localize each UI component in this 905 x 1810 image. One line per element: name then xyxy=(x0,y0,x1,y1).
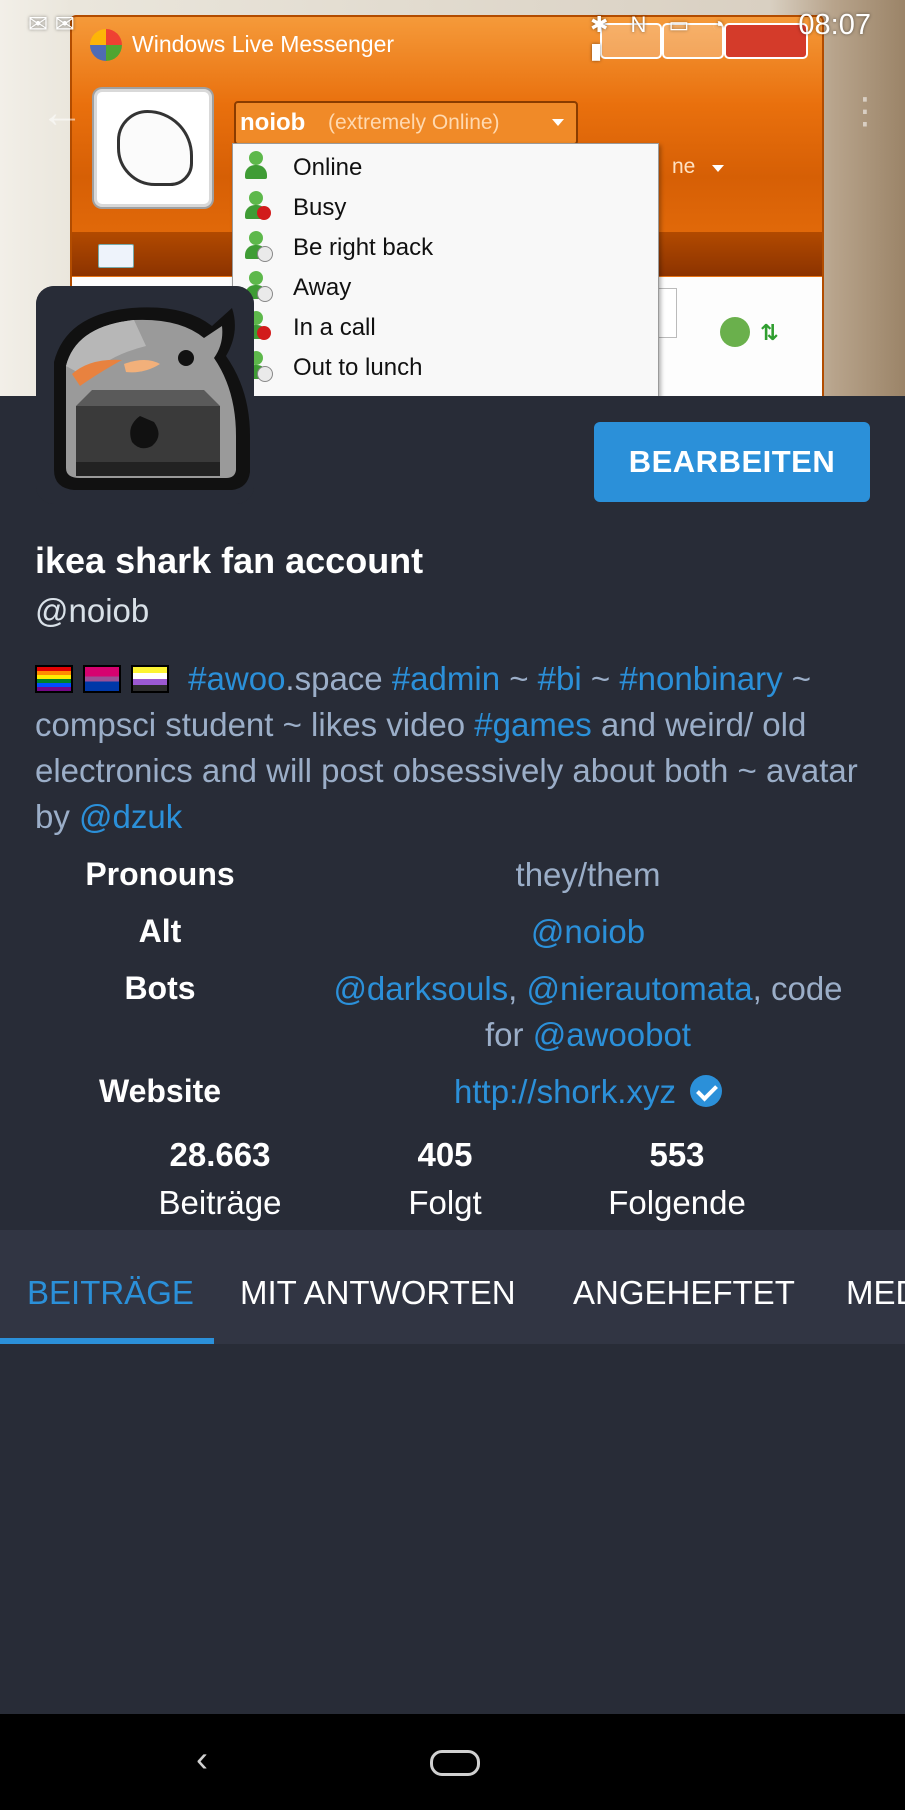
chevron-down-icon xyxy=(552,119,564,126)
nonbinary-flag-icon xyxy=(131,665,169,693)
status-menu-item: Away xyxy=(233,268,658,306)
status-menu-item: Busy xyxy=(233,188,658,226)
hashtag-link[interactable]: #awoo xyxy=(188,660,285,697)
shark-avatar-icon xyxy=(36,286,254,504)
mention-link[interactable]: @dzuk xyxy=(79,798,182,835)
following-count[interactable]: 405 xyxy=(335,1136,555,1174)
status-text: (extremely Online) xyxy=(328,111,500,134)
sort-icon: ⇅ xyxy=(760,320,779,345)
nav-home-icon[interactable] xyxy=(430,1750,480,1776)
hashtag-link[interactable]: #games xyxy=(474,706,591,743)
status-menu-item: In a call xyxy=(233,308,658,346)
status-name: noiob xyxy=(240,109,306,136)
field-value-pronouns: they/them xyxy=(515,856,661,893)
back-arrow-icon[interactable]: ← xyxy=(40,88,84,138)
alt-account-link[interactable]: @noiob xyxy=(531,913,645,950)
profile-tabs: BEITRÄGE MIT ANTWORTEN ANGEHEFTET MEDIEN xyxy=(0,1230,905,1344)
status-menu-item: Out to lunch xyxy=(233,348,658,386)
notification-icons: ✉ ✉ xyxy=(28,11,75,38)
following-label[interactable]: Folgt xyxy=(335,1184,555,1222)
mention-link[interactable]: @nierautomata xyxy=(527,970,753,1007)
edit-profile-button[interactable]: BEARBEITEN xyxy=(594,422,870,502)
posts-count[interactable]: 28.663 xyxy=(110,1136,330,1174)
verified-check-icon xyxy=(689,1075,722,1107)
field-name-pronouns: Pronouns xyxy=(85,856,235,892)
bi-flag-icon xyxy=(83,665,121,693)
tab-pinned[interactable]: ANGEHEFTET xyxy=(573,1274,795,1312)
more-options-icon[interactable]: ⋮ xyxy=(847,90,883,132)
followers-count[interactable]: 553 xyxy=(567,1136,787,1174)
avatar[interactable] xyxy=(36,286,254,504)
field-name-alt: Alt xyxy=(138,913,182,949)
field-name-website: Website xyxy=(98,1073,222,1109)
followers-label[interactable]: Folgende xyxy=(567,1184,787,1222)
field-name-bots: Bots xyxy=(124,970,196,1006)
rainbow-flag-icon xyxy=(35,665,73,693)
tab-with-replies[interactable]: MIT ANTWORTEN xyxy=(240,1274,516,1312)
field-value-bots: @darksouls, @nierautomata, code for @awo… xyxy=(333,970,843,1053)
person-online-icon xyxy=(243,151,269,181)
field-value-website: http://shork.xyz xyxy=(318,1069,858,1115)
profile-bio: #awoo.space #admin ~ #bi ~ #nonbinary ~ … xyxy=(35,660,858,835)
nav-back-icon[interactable]: ‹ xyxy=(196,1738,208,1780)
tab-posts[interactable]: BEITRÄGE xyxy=(27,1274,194,1312)
system-indicator-icons: ✱ N ▭ ◔ ▮ xyxy=(590,12,733,63)
system-status-bar: ✉ ✉ ✱ N ▭ ◔ ▮ 08:07 xyxy=(0,0,905,63)
status-time: 08:07 xyxy=(798,9,871,41)
posts-label[interactable]: Beiträge xyxy=(110,1184,330,1222)
hashtag-link[interactable]: #admin xyxy=(392,660,500,697)
system-navigation-bar: ‹ xyxy=(0,1714,905,1810)
hashtag-link[interactable]: #nonbinary xyxy=(619,660,782,697)
tab-media[interactable]: MEDIEN xyxy=(846,1274,905,1312)
hashtag-link[interactable]: #bi xyxy=(538,660,582,697)
account-handle: @noiob xyxy=(35,592,150,629)
mail-icon xyxy=(98,244,134,268)
messenger-avatar xyxy=(94,89,212,207)
mention-link[interactable]: @awoobot xyxy=(533,1016,691,1053)
field-value-alt: @noiob xyxy=(318,909,858,955)
status-menu-item: Online xyxy=(233,148,658,186)
chevron-down-icon xyxy=(712,165,724,172)
status-menu-item: Be right back xyxy=(233,228,658,266)
status-menu: Online Busy Be right back Away In a call… xyxy=(232,143,659,396)
secondary-status-text: ne xyxy=(672,155,696,178)
active-tab-indicator xyxy=(0,1338,214,1344)
mention-link[interactable]: @darksouls xyxy=(333,970,508,1007)
add-contact-icon xyxy=(720,317,750,347)
messenger-status-dropdown: noiob (extremely Online) xyxy=(234,101,578,145)
website-link[interactable]: http://shork.xyz xyxy=(454,1073,676,1110)
display-name: ikea shark fan account xyxy=(35,540,424,581)
